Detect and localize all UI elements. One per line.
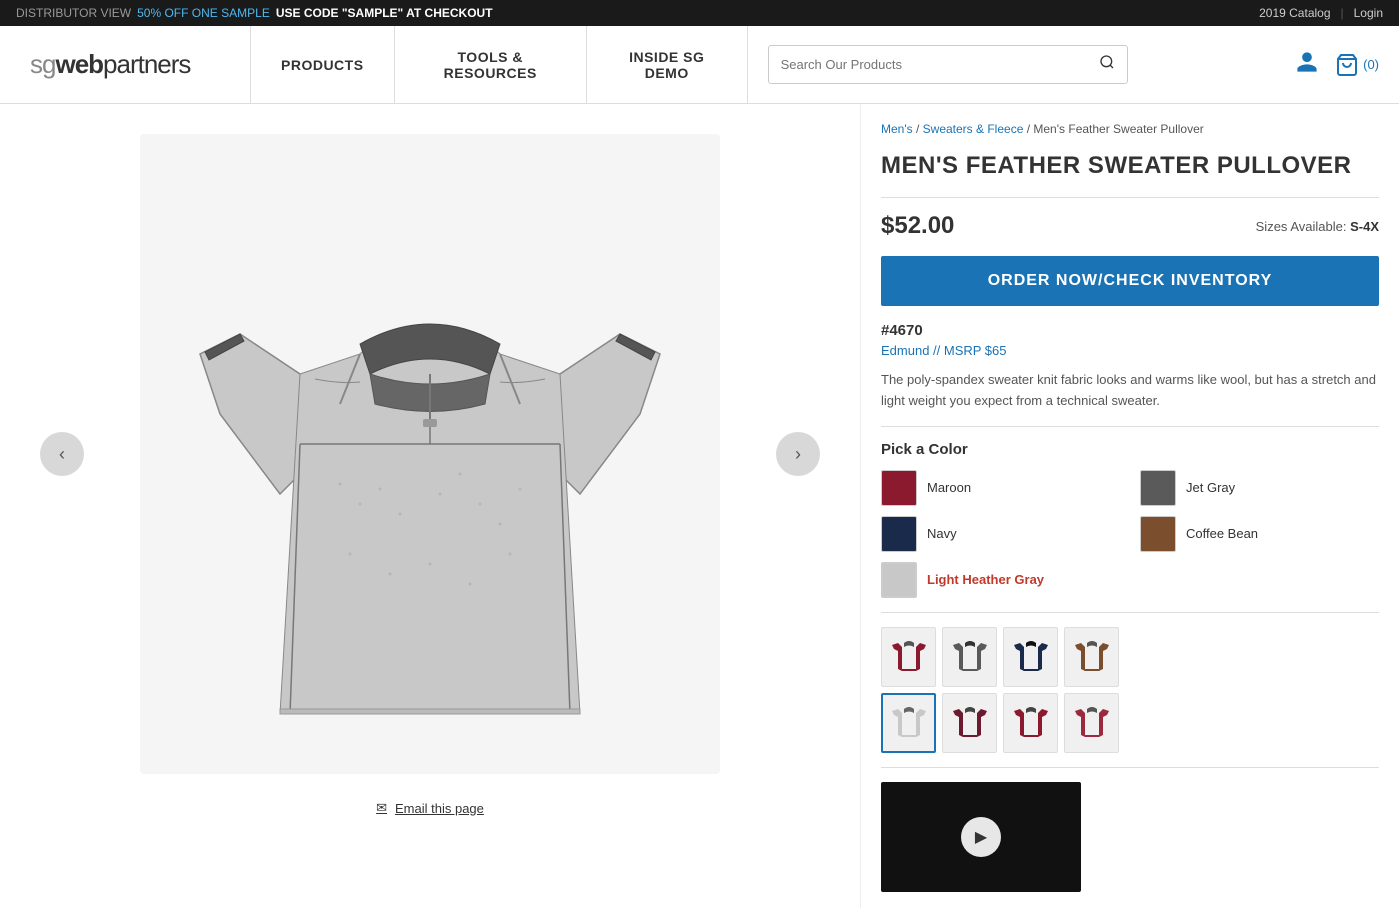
search-button[interactable] (1087, 46, 1127, 83)
announcement-left: DISTRIBUTOR VIEW 50% OFF ONE SAMPLE USE … (16, 6, 493, 20)
thumbnail-coffee-bean[interactable] (1064, 627, 1119, 687)
prev-image-button[interactable]: ‹ (40, 432, 84, 476)
thumbnail-jet-gray[interactable] (942, 627, 997, 687)
login-link[interactable]: Login (1354, 6, 1383, 20)
thumbnail-maroon[interactable] (881, 627, 936, 687)
thumbnail-light-heather-gray[interactable] (881, 693, 936, 753)
video-container[interactable]: ▶ (881, 782, 1081, 892)
search-box[interactable] (768, 45, 1128, 84)
color-label-coffee-bean: Coffee Bean (1186, 526, 1258, 541)
color-swatch-light-heather-gray (881, 562, 917, 598)
color-label-jet-gray: Jet Gray (1186, 480, 1235, 495)
sweater-svg (140, 134, 720, 774)
thumbnail-dm-img (945, 695, 995, 751)
thumbnail-jet-gray-img (945, 629, 995, 685)
nav-items: PRODUCTS TOOLS & RESOURCES INSIDE SG DEM… (250, 26, 748, 103)
code-label: USE CODE "SAMPLE" AT CHECKOUT (276, 6, 493, 20)
product-price: $52.00 (881, 212, 954, 240)
thumbnail-row-2 (881, 693, 1379, 753)
product-description: The poly-spandex sweater knit fabric loo… (881, 370, 1379, 412)
next-image-button[interactable]: › (776, 432, 820, 476)
thumbnail-variant-4[interactable] (1064, 693, 1119, 753)
nav-tools-resources[interactable]: TOOLS & RESOURCES (394, 26, 586, 103)
email-page-label: Email this page (395, 801, 484, 816)
color-section-title: Pick a Color (881, 441, 1379, 458)
divider-4 (881, 767, 1379, 768)
main-nav: sgwebpartners PRODUCTS TOOLS & RESOURCES… (0, 26, 1399, 104)
main-content: ‹ (0, 104, 1399, 908)
product-number: #4670 (881, 322, 1379, 339)
color-grid: Maroon Jet Gray Navy Coffee Bean Light H… (881, 470, 1379, 598)
thumbnail-v3-img (1006, 695, 1056, 751)
announcement-bar: DISTRIBUTOR VIEW 50% OFF ONE SAMPLE USE … (0, 0, 1399, 26)
color-option-navy[interactable]: Navy (881, 516, 1120, 552)
thumbnail-navy[interactable] (1003, 627, 1058, 687)
product-style-link[interactable]: Edmund // MSRP $65 (881, 343, 1379, 358)
search-area (748, 45, 1286, 84)
price-row: $52.00 Sizes Available: S-4X (881, 212, 1379, 240)
product-title: MEN'S FEATHER SWEATER PULLOVER (881, 150, 1379, 181)
breadcrumb-current: Men's Feather Sweater Pullover (1033, 122, 1203, 136)
thumbnail-coffee-bean-img (1067, 629, 1117, 685)
thumbnail-lhg-img (884, 695, 934, 751)
color-label-navy: Navy (927, 526, 957, 541)
top-right-links: 2019 Catalog | Login (1259, 6, 1383, 20)
product-image-area: ‹ (0, 104, 860, 908)
search-icon (1099, 54, 1115, 70)
email-page-link[interactable]: ✉ Email this page (376, 800, 484, 816)
color-option-maroon[interactable]: Maroon (881, 470, 1120, 506)
divider-1 (881, 197, 1379, 198)
nav-inside-sg[interactable]: INSIDE SG DEMO (586, 26, 748, 103)
distributor-label: DISTRIBUTOR VIEW (16, 6, 131, 20)
cart-icon[interactable]: (0) (1335, 53, 1379, 77)
off-label: 50% OFF ONE SAMPLE (137, 6, 270, 20)
search-input[interactable] (769, 49, 1087, 80)
divider-3 (881, 612, 1379, 613)
breadcrumb-sweaters[interactable]: Sweaters & Fleece (923, 122, 1024, 136)
thumbnail-maroon-img (884, 629, 934, 685)
user-icon[interactable] (1295, 50, 1319, 80)
color-option-light-heather-gray[interactable]: Light Heather Gray (881, 562, 1120, 598)
logo-area[interactable]: sgwebpartners (10, 49, 250, 80)
logo[interactable]: sgwebpartners (30, 49, 190, 80)
color-swatch-coffee-bean (1140, 516, 1176, 552)
color-option-coffee-bean[interactable]: Coffee Bean (1140, 516, 1379, 552)
color-swatch-jet-gray (1140, 470, 1176, 506)
divider-2 (881, 426, 1379, 427)
thumbnail-v4-img (1067, 695, 1117, 751)
email-icon: ✉ (376, 800, 387, 816)
cart-count: (0) (1363, 57, 1379, 72)
color-label-maroon: Maroon (927, 480, 971, 495)
color-label-light-heather-gray: Light Heather Gray (927, 572, 1044, 587)
thumbnail-section (881, 627, 1379, 753)
nav-icons: (0) (1285, 50, 1389, 80)
breadcrumb: Men's / Sweaters & Fleece / Men's Feathe… (881, 120, 1379, 138)
thumbnail-variant-3[interactable] (1003, 693, 1058, 753)
play-button[interactable]: ▶ (961, 817, 1001, 857)
catalog-link[interactable]: 2019 Catalog (1259, 6, 1330, 20)
thumbnail-navy-img (1006, 629, 1056, 685)
thumbnail-dark-maroon[interactable] (942, 693, 997, 753)
product-main-image (140, 134, 720, 774)
image-container: ‹ (20, 124, 840, 784)
separator: | (1341, 6, 1344, 20)
breadcrumb-mens[interactable]: Men's (881, 122, 913, 136)
color-swatch-navy (881, 516, 917, 552)
product-info-area: Men's / Sweaters & Fleece / Men's Feathe… (860, 104, 1399, 908)
color-swatch-maroon (881, 470, 917, 506)
color-option-jet-gray[interactable]: Jet Gray (1140, 470, 1379, 506)
thumbnail-row-1 (881, 627, 1379, 687)
sizes-available: Sizes Available: S-4X (1256, 219, 1379, 234)
nav-products[interactable]: PRODUCTS (250, 26, 394, 103)
order-button[interactable]: ORDER NOW/CHECK INVENTORY (881, 256, 1379, 306)
